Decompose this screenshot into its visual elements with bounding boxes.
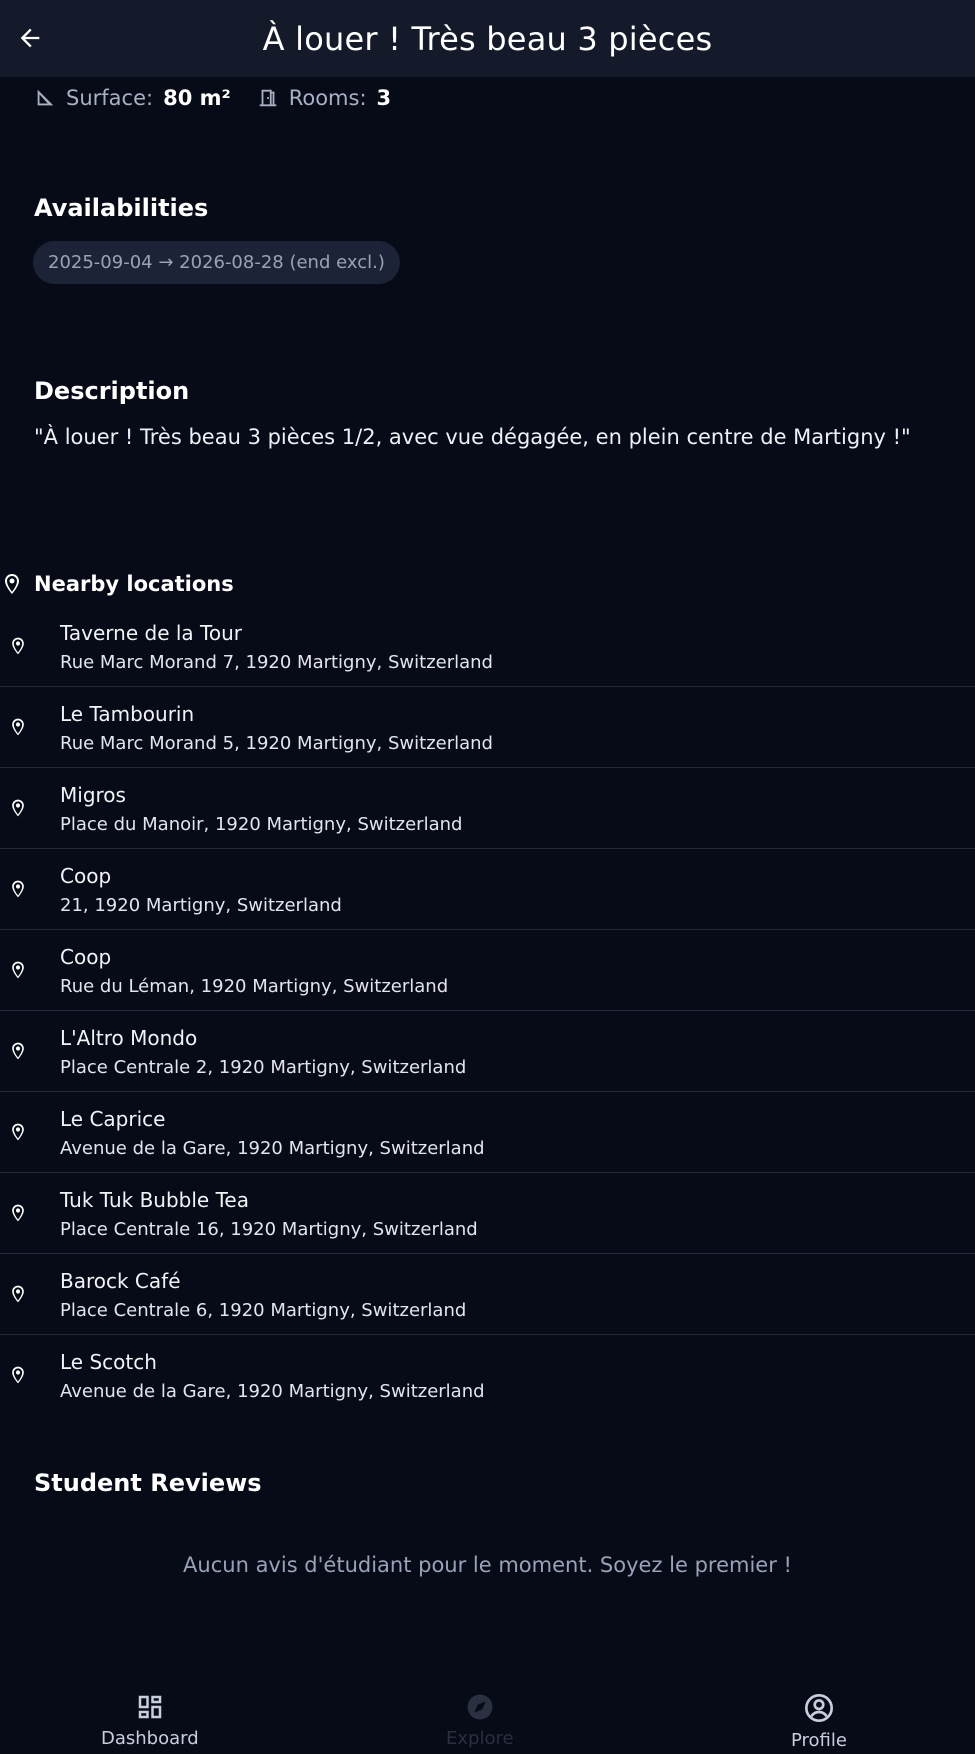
back-button[interactable] — [10, 18, 50, 58]
list-item[interactable]: Le Tambourin Rue Marc Morand 5, 1920 Mar… — [0, 687, 975, 768]
location-address: Place Centrale 16, 1920 Martigny, Switze… — [60, 1219, 478, 1240]
map-pin-icon — [12, 1042, 24, 1060]
nav-dashboard[interactable]: Dashboard — [101, 1692, 199, 1749]
location-name: Le Caprice — [60, 1107, 166, 1131]
surface-spec: Surface: 80 m² — [34, 86, 231, 110]
app-bar: À louer ! Très beau 3 pièces — [0, 0, 975, 77]
rooms-value: 3 — [376, 86, 392, 110]
description-title: Description — [34, 377, 190, 405]
map-pin-icon — [12, 1285, 24, 1303]
list-item[interactable]: Taverne de la Tour Rue Marc Morand 7, 19… — [0, 606, 975, 687]
specs-row: Surface: 80 m² Rooms: 3 — [34, 86, 391, 110]
list-item[interactable]: Migros Place du Manoir, 1920 Martigny, S… — [0, 768, 975, 849]
reviews-empty-message: Aucun avis d'étudiant pour le moment. So… — [183, 1553, 792, 1577]
location-name: Tuk Tuk Bubble Tea — [60, 1188, 249, 1212]
availability-chip: 2025-09-04 → 2026-08-28 (end excl.) — [33, 241, 400, 284]
ruler-square-icon — [37, 89, 54, 106]
compass-icon — [467, 1694, 493, 1720]
map-pin-icon — [5, 574, 19, 594]
map-pin-icon — [12, 718, 24, 736]
location-address: Place Centrale 2, 1920 Martigny, Switzer… — [60, 1057, 467, 1078]
list-item[interactable]: Le Caprice Avenue de la Gare, 1920 Marti… — [0, 1092, 975, 1173]
map-pin-icon — [12, 1204, 24, 1222]
nearby-locations-list: Taverne de la Tour Rue Marc Morand 7, 19… — [0, 606, 975, 1416]
location-address: Rue Marc Morand 5, 1920 Martigny, Switze… — [60, 733, 493, 754]
dashboard-icon — [138, 1695, 162, 1719]
list-item[interactable]: Coop 21, 1920 Martigny, Switzerland — [0, 849, 975, 930]
arrow-left-icon — [20, 28, 40, 48]
location-name: L'Altro Mondo — [60, 1026, 198, 1050]
door-icon — [259, 89, 276, 107]
account-circle-icon — [804, 1694, 833, 1722]
nav-dashboard-label: Dashboard — [101, 1728, 199, 1749]
location-name: Migros — [60, 783, 126, 807]
location-name: Coop — [60, 945, 112, 969]
location-address: Place Centrale 6, 1920 Martigny, Switzer… — [60, 1300, 467, 1321]
location-name: Taverne de la Tour — [60, 621, 242, 645]
location-address: Avenue de la Gare, 1920 Martigny, Switze… — [60, 1381, 485, 1402]
availabilities-title: Availabilities — [34, 194, 209, 222]
list-item[interactable]: Tuk Tuk Bubble Tea Place Centrale 16, 19… — [0, 1173, 975, 1254]
map-pin-icon — [12, 880, 24, 898]
location-name: Coop — [60, 864, 112, 888]
location-address: Place du Manoir, 1920 Martigny, Switzerl… — [60, 814, 463, 835]
nearby-header: Nearby locations — [0, 572, 234, 596]
map-pin-icon — [12, 961, 24, 979]
list-item[interactable]: Barock Café Place Centrale 6, 1920 Marti… — [0, 1254, 975, 1335]
surface-label: Surface: — [66, 86, 154, 110]
map-pin-icon — [12, 1366, 24, 1384]
nearby-title: Nearby locations — [34, 572, 234, 596]
location-name: Le Scotch — [60, 1350, 157, 1374]
location-name: Le Tambourin — [60, 702, 195, 726]
map-pin-icon — [12, 637, 24, 655]
location-name: Barock Café — [60, 1269, 181, 1293]
nav-explore[interactable]: Explore — [446, 1692, 514, 1749]
nav-profile[interactable]: Profile — [791, 1692, 847, 1751]
reviews-title: Student Reviews — [34, 1469, 262, 1497]
list-item[interactable]: L'Altro Mondo Place Centrale 2, 1920 Mar… — [0, 1011, 975, 1092]
location-address: 21, 1920 Martigny, Switzerland — [60, 895, 342, 916]
nav-explore-label: Explore — [446, 1728, 514, 1749]
description-text: "À louer ! Très beau 3 pièces 1/2, avec … — [34, 425, 911, 449]
location-address: Rue Marc Morand 7, 1920 Martigny, Switze… — [60, 652, 493, 673]
rooms-spec: Rooms: 3 — [257, 86, 391, 110]
list-item[interactable]: Le Scotch Avenue de la Gare, 1920 Martig… — [0, 1335, 975, 1416]
map-pin-icon — [12, 799, 24, 817]
list-item[interactable]: Coop Rue du Léman, 1920 Martigny, Switze… — [0, 930, 975, 1011]
location-address: Rue du Léman, 1920 Martigny, Switzerland — [60, 976, 449, 997]
listing-detail-page: À louer ! Très beau 3 pièces Surface: 80… — [0, 0, 975, 1754]
surface-value: 80 m² — [163, 86, 231, 110]
page-title: À louer ! Très beau 3 pièces — [262, 19, 713, 58]
location-address: Avenue de la Gare, 1920 Martigny, Switze… — [60, 1138, 485, 1159]
rooms-label: Rooms: — [288, 86, 367, 110]
map-pin-icon — [12, 1123, 24, 1141]
nav-profile-label: Profile — [791, 1730, 847, 1751]
bottom-navigation: Dashboard Explore Profile — [0, 1680, 975, 1754]
